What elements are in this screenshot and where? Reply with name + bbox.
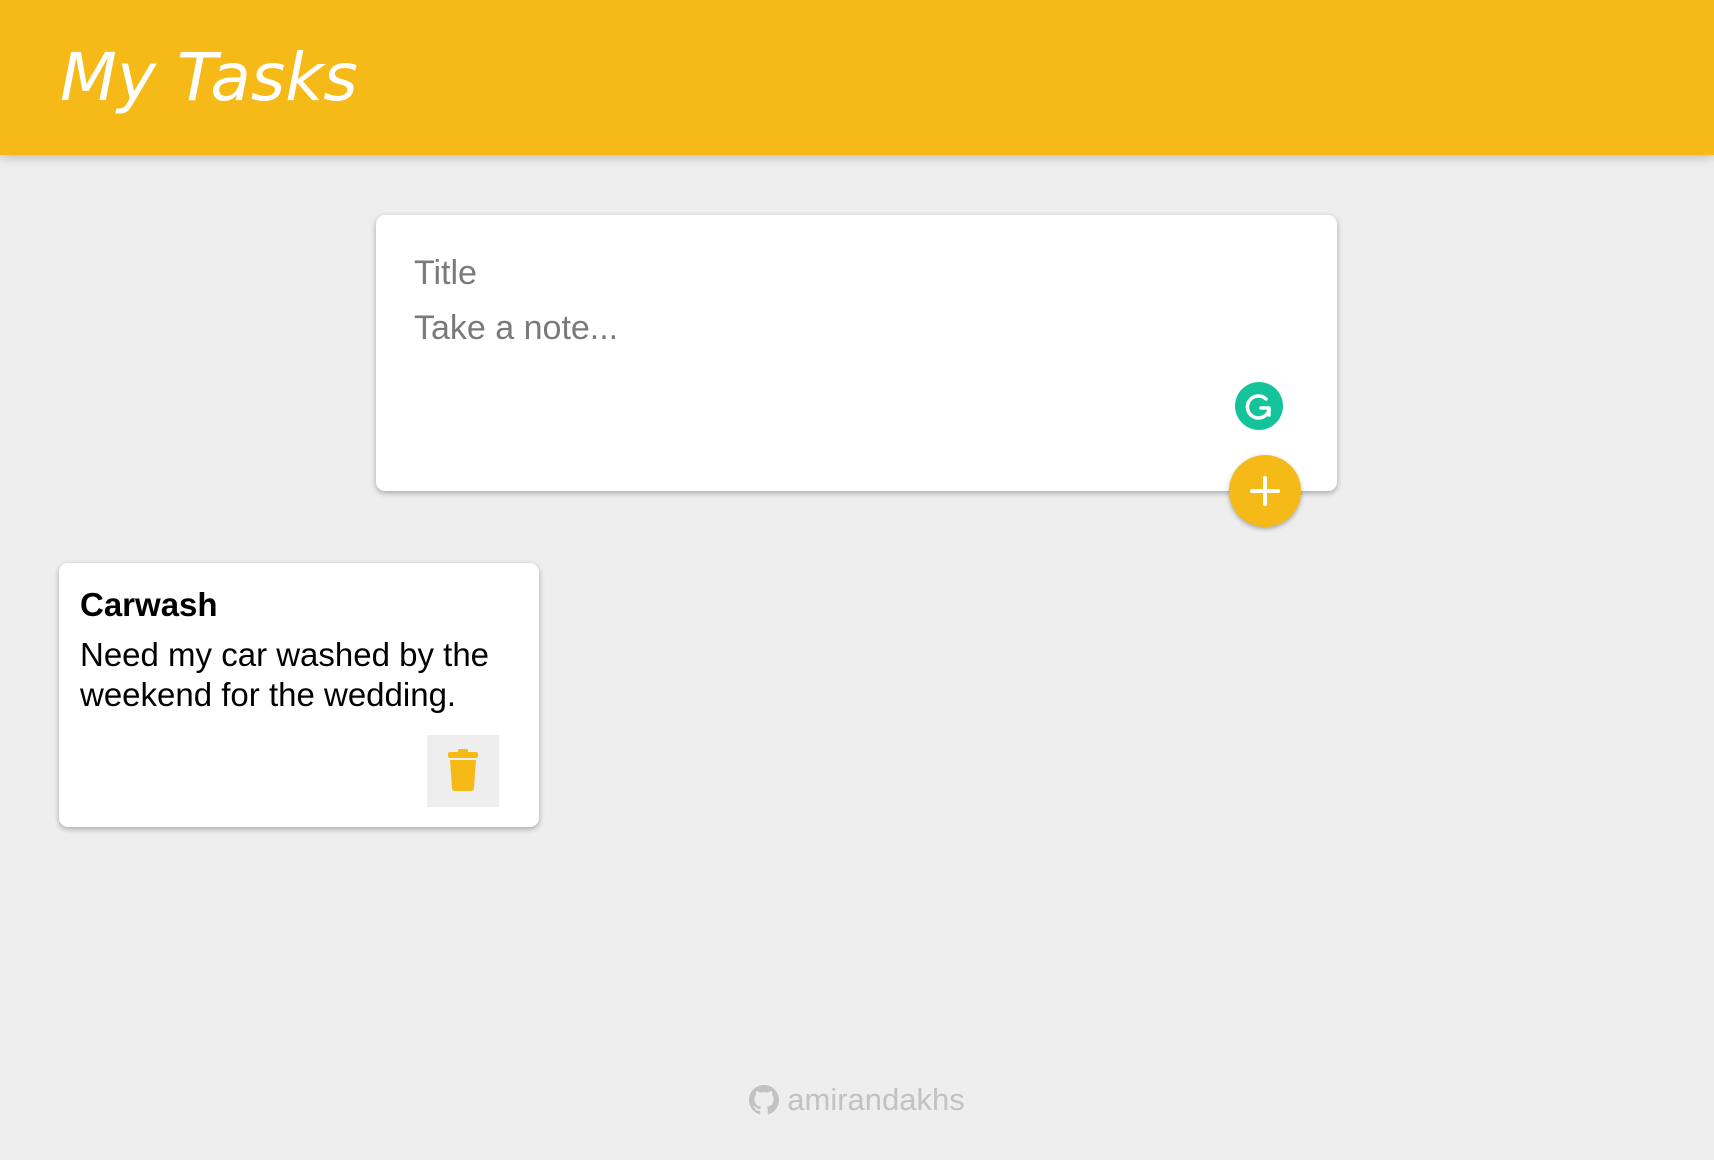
title-input[interactable] bbox=[414, 251, 1274, 295]
note-input[interactable] bbox=[414, 309, 1274, 369]
footer: amirandakhs bbox=[0, 1080, 1714, 1120]
note-content: Need my car washed by the weekend for th… bbox=[80, 636, 490, 713]
grammarly-icon[interactable] bbox=[1235, 382, 1283, 430]
create-note-form bbox=[376, 215, 1337, 491]
trash-icon bbox=[448, 749, 478, 791]
footer-username[interactable]: amirandakhs bbox=[787, 1080, 964, 1120]
delete-note-button[interactable] bbox=[427, 735, 499, 807]
app-title: My Tasks bbox=[60, 39, 358, 116]
note-title: Carwash bbox=[80, 586, 218, 623]
github-icon bbox=[749, 1085, 780, 1115]
plus-icon bbox=[1250, 476, 1280, 506]
add-note-button[interactable] bbox=[1229, 455, 1301, 527]
note-card: Carwash Need my car washed by the weeken… bbox=[59, 563, 539, 827]
app-header: My Tasks bbox=[0, 0, 1714, 155]
